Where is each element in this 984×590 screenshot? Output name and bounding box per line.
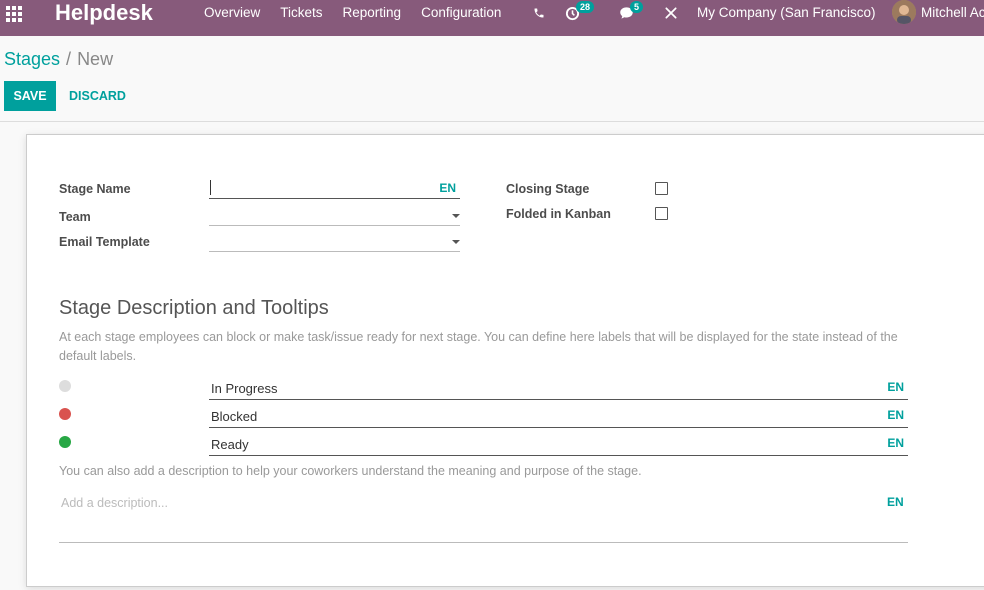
- stage-name-input[interactable]: EN: [209, 179, 460, 199]
- folded-in-kanban-label: Folded in Kanban: [506, 207, 611, 221]
- legend-blocked-input[interactable]: Blocked EN: [209, 405, 908, 428]
- legend-blocked-lang-button[interactable]: EN: [887, 408, 904, 422]
- description-lang-button[interactable]: EN: [887, 495, 904, 509]
- company-switcher[interactable]: My Company (San Francisco): [697, 0, 876, 26]
- team-select[interactable]: [209, 206, 460, 226]
- legend-done-input[interactable]: Ready EN: [209, 433, 908, 456]
- legend-done-lang-button[interactable]: EN: [887, 436, 904, 450]
- breadcrumb: Stages / New: [4, 48, 113, 70]
- legend-done-value: Ready: [211, 437, 249, 452]
- user-menu[interactable]: Mitchell Ac: [921, 0, 984, 26]
- menu-reporting[interactable]: Reporting: [343, 0, 402, 26]
- control-panel-divider: [0, 121, 984, 122]
- user-avatar[interactable]: [892, 0, 916, 24]
- red-state-dot-icon: [59, 408, 71, 420]
- description-underline: [59, 542, 908, 543]
- grey-state-dot-icon: [59, 380, 71, 392]
- debug-tools-icon[interactable]: [664, 4, 678, 22]
- description-editor[interactable]: Add a description...: [61, 496, 168, 510]
- menu-overview[interactable]: Overview: [204, 0, 260, 26]
- text-cursor: [210, 180, 211, 195]
- email-template-label: Email Template: [59, 235, 150, 249]
- team-label: Team: [59, 210, 91, 224]
- apps-menu-icon[interactable]: [4, 4, 22, 22]
- breadcrumb-separator: /: [66, 49, 72, 69]
- legend-normal-value: In Progress: [211, 381, 278, 396]
- email-template-dropdown-arrow-icon[interactable]: [452, 240, 460, 244]
- activity-clock-icon[interactable]: 28: [565, 1, 595, 22]
- save-button[interactable]: SAVE: [4, 81, 56, 111]
- breadcrumb-current: New: [77, 49, 114, 69]
- legend-normal-input[interactable]: In Progress EN: [209, 377, 908, 400]
- email-template-select[interactable]: [209, 232, 460, 252]
- main-menu: Overview Tickets Reporting Configuration: [204, 0, 521, 26]
- section-title-tooltips: Stage Description and Tooltips: [59, 297, 329, 319]
- stage-name-lang-button[interactable]: EN: [439, 181, 456, 195]
- top-navbar: Helpdesk Overview Tickets Reporting Conf…: [0, 0, 984, 36]
- legend-normal-lang-button[interactable]: EN: [887, 380, 904, 394]
- folded-in-kanban-checkbox[interactable]: [655, 207, 668, 220]
- message-count-badge: 5: [630, 1, 644, 13]
- closing-stage-checkbox[interactable]: [655, 182, 668, 195]
- phone-icon[interactable]: [533, 4, 545, 22]
- menu-tickets[interactable]: Tickets: [280, 0, 322, 26]
- tooltips-help-text: At each stage employees can block or mak…: [59, 330, 898, 363]
- messages-icon[interactable]: 5: [619, 1, 647, 22]
- closing-stage-label: Closing Stage: [506, 182, 590, 196]
- green-state-dot-icon: [59, 436, 71, 448]
- team-dropdown-arrow-icon[interactable]: [452, 214, 460, 218]
- activity-count-badge: 28: [576, 1, 595, 13]
- app-brand[interactable]: Helpdesk: [55, 0, 153, 26]
- discard-button[interactable]: DISCARD: [60, 81, 135, 111]
- breadcrumb-stages-link[interactable]: Stages: [4, 49, 60, 69]
- menu-configuration[interactable]: Configuration: [421, 0, 501, 26]
- stage-name-label: Stage Name: [59, 182, 131, 196]
- description-help-text: You can also add a description to help y…: [59, 464, 642, 478]
- legend-blocked-value: Blocked: [211, 409, 258, 424]
